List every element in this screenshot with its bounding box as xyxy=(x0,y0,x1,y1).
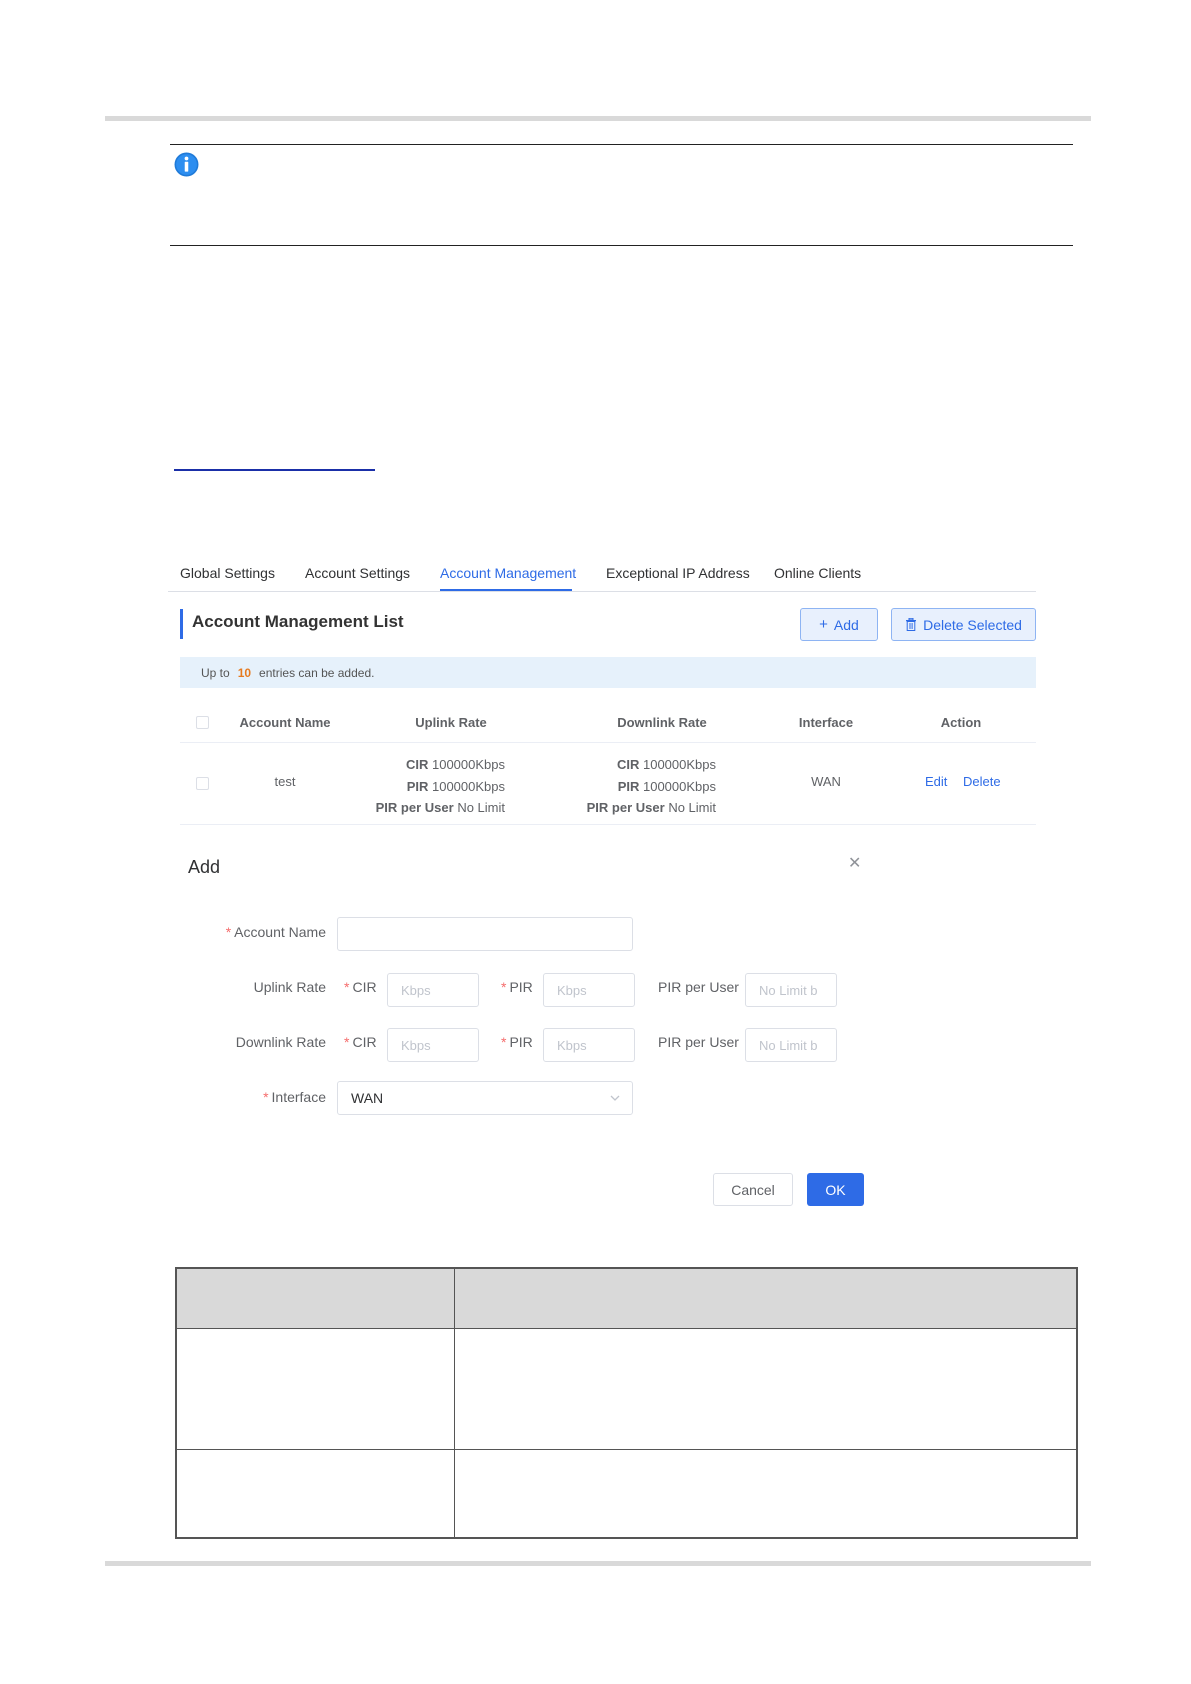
hyperlink-underline[interactable] xyxy=(174,469,375,471)
uplink-pir-per-user-label: PIR per User xyxy=(658,979,739,995)
close-icon[interactable]: ✕ xyxy=(848,853,861,873)
tab-account-settings[interactable]: Account Settings xyxy=(305,565,410,581)
tab-bar: Global Settings Account Settings Account… xyxy=(168,560,1036,592)
chevron-down-icon xyxy=(610,1095,620,1101)
col-action: Action xyxy=(940,715,982,730)
account-name-input[interactable] xyxy=(337,917,633,951)
cell-interface: WAN xyxy=(811,774,841,789)
document-table xyxy=(175,1267,1078,1539)
interface-label: * Interface xyxy=(263,1089,326,1105)
downlink-pir-input[interactable]: Kbps xyxy=(543,1028,635,1062)
downlink-pir-per-user-label: PIR per User xyxy=(658,1034,739,1050)
entry-limit-notice: Up to 10 entries can be added. xyxy=(180,657,1036,688)
uplink-cir-input[interactable]: Kbps xyxy=(387,973,479,1007)
section-accent-bar xyxy=(180,609,183,639)
uplink-pir-input[interactable]: Kbps xyxy=(543,973,635,1007)
info-icon xyxy=(174,152,199,177)
downlink-cir-input[interactable]: Kbps xyxy=(387,1028,479,1062)
add-button[interactable]: + Add xyxy=(800,608,878,641)
cell-account-name: test xyxy=(274,774,296,789)
tab-global-settings[interactable]: Global Settings xyxy=(180,565,275,581)
page-footer-rule xyxy=(105,1561,1091,1566)
document-table-column-divider xyxy=(454,1269,455,1537)
document-table-row-divider xyxy=(177,1449,1076,1450)
select-all-checkbox[interactable] xyxy=(196,716,209,729)
downlink-pir-label: * PIR xyxy=(501,1034,533,1050)
tab-online-clients[interactable]: Online Clients xyxy=(774,565,861,581)
account-name-label: * Account Name xyxy=(225,924,326,940)
dialog-title: Add xyxy=(188,857,221,877)
active-tab-indicator xyxy=(440,589,572,591)
table-row: test CIR 100000Kbps PIR 100000Kbps PIR p… xyxy=(180,743,1036,825)
cell-uplink-rate: CIR 100000Kbps PIR 100000Kbps PIR per Us… xyxy=(375,757,505,815)
downlink-cir-label: * CIR xyxy=(344,1034,377,1050)
table-header: Account Name Uplink Rate Downlink Rate I… xyxy=(180,703,1036,743)
uplink-rate-label: Uplink Rate xyxy=(253,979,326,995)
notice-suffix: entries can be added. xyxy=(259,665,375,680)
cancel-button[interactable]: Cancel xyxy=(713,1173,793,1206)
notice-count: 10 xyxy=(237,665,252,680)
note-top-rule xyxy=(170,144,1073,145)
edit-link[interactable]: Edit xyxy=(925,774,947,789)
page-header-rule xyxy=(105,116,1091,121)
tab-exceptional-ip-address[interactable]: Exceptional IP Address xyxy=(606,565,750,581)
col-account-name: Account Name xyxy=(239,715,331,730)
col-interface: Interface xyxy=(798,715,854,730)
uplink-cir-label: * CIR xyxy=(344,979,377,995)
note-bottom-rule xyxy=(170,245,1073,246)
uplink-pir-label: * PIR xyxy=(501,979,533,995)
col-downlink-rate: Downlink Rate xyxy=(617,715,707,730)
required-mark: * xyxy=(225,924,232,940)
ok-button[interactable]: OK xyxy=(807,1173,864,1206)
interface-select[interactable]: WAN xyxy=(337,1081,633,1115)
delete-selected-label: Delete Selected xyxy=(923,616,1022,633)
plus-icon: + xyxy=(819,616,828,633)
row-checkbox[interactable] xyxy=(196,777,209,790)
tab-account-management[interactable]: Account Management xyxy=(440,565,576,581)
trash-icon xyxy=(906,618,917,631)
downlink-pir-per-user-input[interactable]: No Limit b xyxy=(745,1028,837,1062)
downlink-rate-label: Downlink Rate xyxy=(235,1034,326,1050)
delete-selected-button[interactable]: Delete Selected xyxy=(891,608,1036,641)
add-button-label: Add xyxy=(833,616,859,633)
section-title: Account Management List xyxy=(192,612,404,631)
interface-select-value: WAN xyxy=(351,1090,384,1106)
notice-prefix: Up to xyxy=(201,665,230,680)
delete-link[interactable]: Delete xyxy=(963,774,1001,789)
cell-downlink-rate: CIR 100000Kbps PIR 100000Kbps PIR per Us… xyxy=(586,757,716,815)
col-uplink-rate: Uplink Rate xyxy=(415,715,487,730)
uplink-pir-per-user-input[interactable]: No Limit b xyxy=(745,973,837,1007)
document-table-header xyxy=(177,1269,1076,1329)
